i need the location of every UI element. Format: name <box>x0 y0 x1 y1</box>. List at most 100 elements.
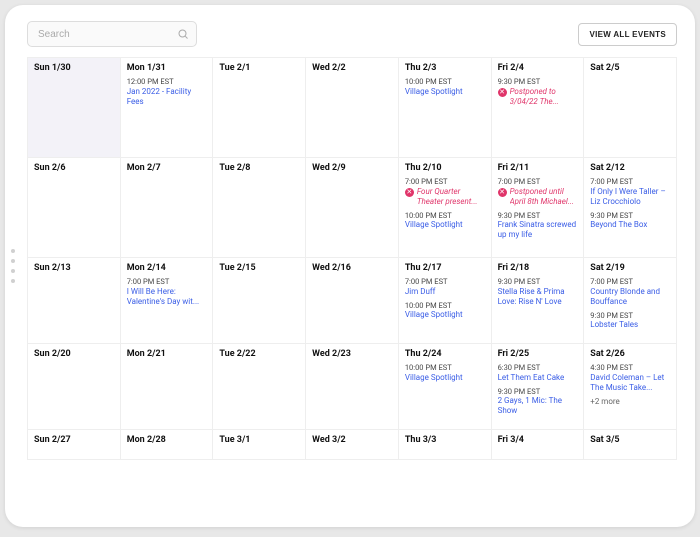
day-cell[interactable]: Sun 2/20 <box>28 344 121 430</box>
day-label: Wed 3/2 <box>312 435 392 446</box>
day-cell[interactable]: Thu 2/10 7:00 PM EST✕Four Quarter Theater… <box>399 158 492 258</box>
calendar-event[interactable]: 6:30 PM ESTLet Them Eat Cake <box>498 363 578 382</box>
event-title[interactable]: Village Spotlight <box>405 373 485 383</box>
day-label: Mon 2/14 <box>127 263 207 274</box>
day-cell[interactable]: Tue 2/22 <box>213 344 306 430</box>
event-time: 7:00 PM EST <box>498 177 578 186</box>
event-time: 10:00 PM EST <box>405 77 485 86</box>
event-time: 9:30 PM EST <box>590 211 670 220</box>
calendar-event[interactable]: 9:30 PM EST✕Postponed to 3/04/22 The... <box>498 77 578 106</box>
more-events-link[interactable]: +2 more <box>590 397 670 407</box>
day-cell[interactable]: Wed 2/9 <box>306 158 399 258</box>
event-title[interactable]: Country Blonde and Bouffance <box>590 287 670 307</box>
calendar-event[interactable]: 7:00 PM ESTIf Only I Were Taller – Liz C… <box>590 177 670 206</box>
event-title[interactable]: Frank Sinatra screwed up my life <box>498 220 578 240</box>
event-time: 10:00 PM EST <box>405 211 485 220</box>
event-title[interactable]: Postponed to 3/04/22 The... <box>510 87 578 107</box>
day-label: Mon 1/31 <box>127 63 207 74</box>
day-cell[interactable]: Wed 3/2 <box>306 430 399 460</box>
day-cell[interactable]: Tue 2/15 <box>213 258 306 344</box>
day-cell[interactable]: Sat 2/26 4:30 PM ESTDavid Coleman – Let T… <box>584 344 677 430</box>
device-buttons <box>11 249 15 283</box>
day-cell[interactable]: Sat 2/197:00 PM ESTCountry Blonde and Bo… <box>584 258 677 344</box>
tablet-frame: VIEW ALL EVENTS Sun 1/30 Mon 1/31 12:00 PM… <box>5 5 695 527</box>
event-title[interactable]: Stella Rise & Prima Love: Rise N' Love <box>498 287 578 307</box>
calendar-event[interactable]: 9:30 PM ESTBeyond The Box <box>590 211 670 230</box>
event-title[interactable]: Village Spotlight <box>405 87 485 97</box>
day-cell[interactable]: Wed 2/23 <box>306 344 399 430</box>
calendar-event[interactable]: 7:00 PM ESTCountry Blonde and Bouffance <box>590 277 670 306</box>
day-cell[interactable]: Sat 3/5 <box>584 430 677 460</box>
calendar-event[interactable]: 12:00 PM ESTJan 2022 - Facility Fees <box>127 77 207 106</box>
day-cell[interactable]: Sat 2/12 7:00 PM ESTIf Only I Were Taller… <box>584 158 677 258</box>
day-cell[interactable]: Fri 2/189:30 PM ESTStella Rise & Prima L… <box>492 258 585 344</box>
day-cell[interactable]: Fri 2/256:30 PM ESTLet Them Eat Cake9:30… <box>492 344 585 430</box>
event-title[interactable]: 2 Gays, 1 Mic: The Show <box>498 396 578 416</box>
day-cell[interactable]: Wed 2/2 <box>306 58 399 158</box>
day-cell[interactable]: Mon 2/21 <box>121 344 214 430</box>
view-all-events-button[interactable]: VIEW ALL EVENTS <box>578 23 677 46</box>
calendar-event[interactable]: 7:00 PM EST✕Postponed until April 8th Mi… <box>498 177 578 206</box>
calendar-event[interactable]: 7:00 PM ESTJim Duff <box>405 277 485 296</box>
day-cell[interactable]: Wed 2/16 <box>306 258 399 344</box>
event-title[interactable]: If Only I Were Taller – Liz Crocchiolo <box>590 187 670 207</box>
day-label: Thu 2/10 <box>405 163 485 174</box>
calendar-event[interactable]: 9:30 PM ESTStella Rise & Prima Love: Ris… <box>498 277 578 306</box>
event-title[interactable]: Lobster Tales <box>590 320 670 330</box>
day-cell[interactable]: Thu 2/2410:00 PM ESTVillage Spotlight <box>399 344 492 430</box>
day-label: Sun 2/6 <box>34 163 114 174</box>
day-cell[interactable]: Fri 2/117:00 PM EST✕Postponed until Apri… <box>492 158 585 258</box>
day-label: Tue 2/1 <box>219 63 299 74</box>
event-title[interactable]: Let Them Eat Cake <box>498 373 578 383</box>
day-cell[interactable]: Mon 2/7 <box>121 158 214 258</box>
day-cell[interactable]: Sun 2/6 <box>28 158 121 258</box>
day-label: Fri 3/4 <box>498 435 578 446</box>
event-time: 10:00 PM EST <box>405 301 485 310</box>
day-cell[interactable]: Thu 2/177:00 PM ESTJim Duff10:00 PM ESTV… <box>399 258 492 344</box>
calendar-event[interactable]: 10:00 PM ESTVillage Spotlight <box>405 77 485 96</box>
day-cell[interactable]: Sun 2/27 <box>28 430 121 460</box>
event-title[interactable]: Jim Duff <box>405 287 485 297</box>
event-title[interactable]: Village Spotlight <box>405 220 485 230</box>
event-title[interactable]: Postponed until April 8th Michael... <box>510 187 578 207</box>
calendar-event[interactable]: 9:30 PM ESTLobster Tales <box>590 311 670 330</box>
day-cell[interactable]: Thu 2/310:00 PM ESTVillage Spotlight <box>399 58 492 158</box>
event-title[interactable]: I Will Be Here: Valentine's Day wit... <box>127 287 207 307</box>
day-cell[interactable]: Sat 2/5 <box>584 58 677 158</box>
event-time: 7:00 PM EST <box>405 277 485 286</box>
day-cell[interactable]: Mon 2/14 7:00 PM ESTI Will Be Here: Valen… <box>121 258 214 344</box>
search-input[interactable] <box>27 21 197 47</box>
day-label: Tue 2/8 <box>219 163 299 174</box>
day-label: Mon 2/28 <box>127 435 207 446</box>
day-cell[interactable]: Tue 2/1 <box>213 58 306 158</box>
day-label: Sat 2/26 <box>590 349 670 360</box>
day-cell[interactable]: Sun 1/30 <box>28 58 121 158</box>
day-cell[interactable]: Thu 3/3 <box>399 430 492 460</box>
event-time: 9:30 PM EST <box>498 211 578 220</box>
calendar-event[interactable]: 10:00 PM ESTVillage Spotlight <box>405 211 485 230</box>
cancelled-icon: ✕ <box>498 88 507 97</box>
event-title[interactable]: Village Spotlight <box>405 310 485 320</box>
day-cell[interactable]: Tue 3/1 <box>213 430 306 460</box>
calendar-event[interactable]: 9:30 PM ESTFrank Sinatra screwed up my l… <box>498 211 578 240</box>
day-label: Sat 2/12 <box>590 163 670 174</box>
event-title[interactable]: Jan 2022 - Facility Fees <box>127 87 207 107</box>
calendar-event[interactable]: 10:00 PM ESTVillage Spotlight <box>405 363 485 382</box>
day-cell[interactable]: Mon 1/31 12:00 PM ESTJan 2022 - Facility … <box>121 58 214 158</box>
calendar-event[interactable]: 4:30 PM ESTDavid Coleman – Let The Music… <box>590 363 670 392</box>
day-label: Thu 3/3 <box>405 435 485 446</box>
calendar-event[interactable]: 7:00 PM ESTI Will Be Here: Valentine's D… <box>127 277 207 306</box>
day-cell[interactable]: Tue 2/8 <box>213 158 306 258</box>
calendar-event[interactable]: 9:30 PM EST2 Gays, 1 Mic: The Show <box>498 387 578 416</box>
search-icon <box>177 28 189 40</box>
event-title[interactable]: David Coleman – Let The Music Take... <box>590 373 670 393</box>
day-cell[interactable]: Mon 2/28 <box>121 430 214 460</box>
event-title[interactable]: Beyond The Box <box>590 220 670 230</box>
day-cell[interactable]: Fri 3/4 <box>492 430 585 460</box>
calendar-event[interactable]: 7:00 PM EST✕Four Quarter Theater present… <box>405 177 485 206</box>
day-label: Tue 2/15 <box>219 263 299 274</box>
day-cell[interactable]: Fri 2/49:30 PM EST✕Postponed to 3/04/22 … <box>492 58 585 158</box>
calendar-event[interactable]: 10:00 PM ESTVillage Spotlight <box>405 301 485 320</box>
day-cell[interactable]: Sun 2/13 <box>28 258 121 344</box>
event-title[interactable]: Four Quarter Theater present... <box>417 187 485 207</box>
